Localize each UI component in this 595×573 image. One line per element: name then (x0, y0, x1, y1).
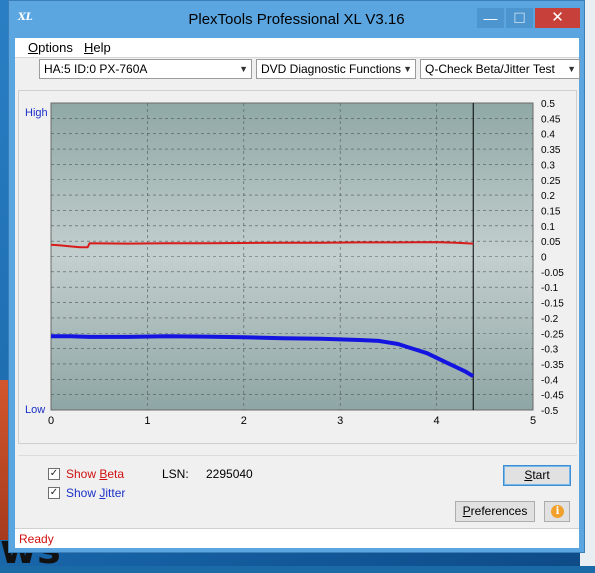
controls-panel: ✓ Show Beta ✓ Show Jitter LSN: 2295040 S… (18, 455, 577, 528)
title-bar[interactable]: XL PlexTools Professional XL V3.16 — ☐ ✕ (9, 1, 584, 38)
y-tick-label: -0.4 (541, 375, 559, 386)
status-text: Ready (19, 532, 54, 546)
y-tick-label: -0.5 (541, 406, 559, 417)
minimize-button[interactable]: — (477, 8, 504, 28)
chevron-down-icon: ▼ (239, 64, 248, 74)
y-tick-label: -0.3 (541, 345, 559, 356)
x-tick-label: 2 (241, 415, 247, 427)
x-tick-label: 3 (337, 415, 343, 427)
y-tick-label: 0.1 (541, 222, 555, 233)
toolbar-divider (15, 57, 579, 58)
plextools-window: XL PlexTools Professional XL V3.16 — ☐ ✕… (8, 0, 585, 553)
y-tick-label: 0.5 (541, 99, 555, 110)
chevron-down-icon: ▼ (403, 64, 412, 74)
y-tick-label: 0.3 (541, 160, 555, 171)
close-button[interactable]: ✕ (535, 8, 580, 28)
y-tick-label: -0.1 (541, 283, 559, 294)
y-tick-label: 0 (541, 253, 547, 264)
y-tick-label: 0.05 (541, 237, 561, 248)
chevron-down-icon: ▼ (567, 64, 576, 74)
y-tick-label: 0.25 (541, 176, 561, 187)
y-tick-label: 0.15 (541, 206, 561, 217)
y-tick-label: 0.35 (541, 145, 561, 156)
function-select[interactable]: DVD Diagnostic Functions ▼ (256, 59, 416, 79)
menu-options[interactable]: Options (28, 40, 73, 55)
y-tick-label: 0.45 (541, 114, 561, 125)
x-tick-label: 1 (144, 415, 150, 427)
y-tick-label: -0.2 (541, 314, 559, 325)
preferences-button[interactable]: Preferences (455, 501, 535, 522)
x-tick-label: 5 (530, 415, 536, 427)
y-tick-label: 0.4 (541, 130, 555, 141)
test-select[interactable]: Q-Check Beta/Jitter Test ▼ (420, 59, 580, 79)
status-bar: Ready (15, 528, 579, 548)
chart-panel: 0.5 0.45 0.4 0.35 0.3 0.25 0.2 0.15 0.1 0.05 0 -0.0… (18, 90, 577, 444)
y-tick-label: -0.45 (541, 391, 564, 402)
menu-bar: Options Help (15, 38, 579, 57)
menu-help[interactable]: Help (84, 40, 111, 55)
maximize-button[interactable]: ☐ (506, 8, 533, 28)
y-tick-label: 0.2 (541, 191, 555, 202)
drive-select[interactable]: HA:5 ID:0 PX-760A ▼ (39, 59, 252, 79)
show-beta-checkbox[interactable]: ✓ (48, 468, 60, 480)
y-tick-label: -0.35 (541, 360, 564, 371)
start-button[interactable]: Start (503, 465, 571, 486)
lsn-label: LSN: (162, 467, 189, 481)
show-jitter-label[interactable]: Show Jitter (66, 486, 125, 500)
y-tick-label: -0.15 (541, 299, 564, 310)
y-tick-label: -0.25 (541, 329, 564, 340)
x-tick-label: 0 (48, 415, 54, 427)
chart-low-label: Low (25, 404, 46, 416)
info-button[interactable]: i (544, 501, 570, 522)
chart-high-label: High (25, 107, 48, 119)
beta-jitter-chart: 0.5 0.45 0.4 0.35 0.3 0.25 0.2 0.15 0.1 0.05 0 -0.0… (48, 99, 564, 427)
window-client-area: Options Help HA:5 ID:0 PX-760A ▼ DVD Diag… (15, 38, 580, 548)
x-tick-label: 4 (434, 415, 440, 427)
y-tick-label: -0.05 (541, 268, 564, 279)
show-jitter-checkbox[interactable]: ✓ (48, 487, 60, 499)
lsn-value: 2295040 (206, 467, 253, 481)
info-icon: i (551, 505, 564, 518)
show-beta-label[interactable]: Show Beta (66, 467, 124, 481)
